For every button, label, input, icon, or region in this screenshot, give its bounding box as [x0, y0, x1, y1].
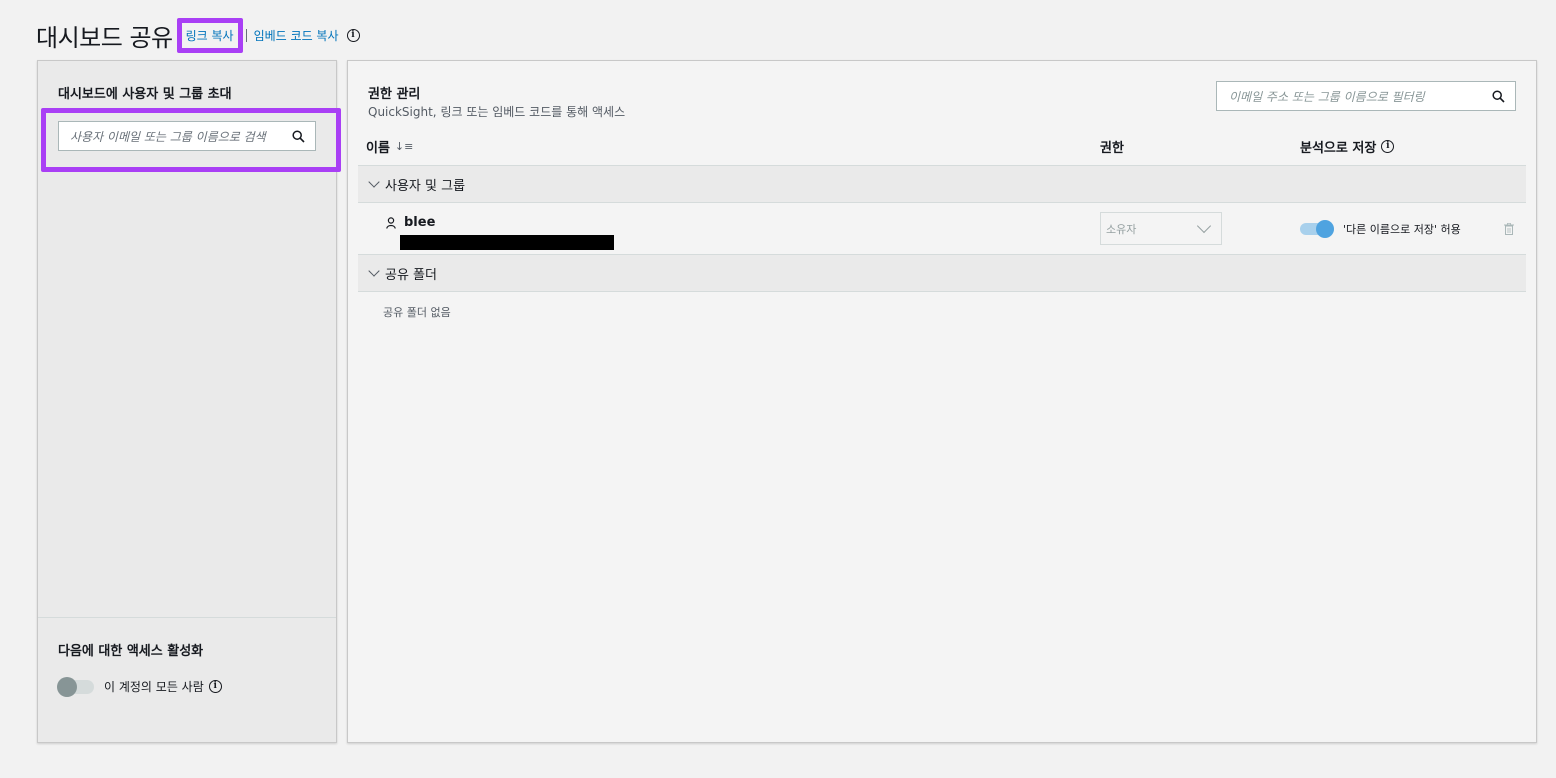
save-as-toggle[interactable] [1300, 220, 1334, 238]
invite-title: 대시보드에 사용자 및 그룹 초대 [58, 87, 232, 102]
column-save-as-label: 분석으로 저장 [1300, 141, 1377, 156]
column-header-name[interactable]: 이름 ↓≡ [366, 137, 413, 156]
group-folders-label: 공유 폴더 [385, 267, 437, 283]
column-header-permission: 권한 [1100, 137, 1124, 156]
info-icon[interactable]: i [208, 680, 222, 693]
column-header-save-as: 분석으로 저장 i [1300, 137, 1395, 156]
toggle-knob [57, 676, 77, 697]
permissions-subtitle: QuickSight, 링크 또는 임베드 코드를 통해 액세스 [368, 105, 626, 119]
save-as-label: '다른 이름으로 저장' 허용 [1343, 223, 1461, 236]
empty-folders-message: 공유 폴더 없음 [383, 306, 451, 319]
invite-panel: 대시보드에 사용자 및 그룹 초대 사용자 이메일 또는 그룹 이름으로 검색 … [37, 60, 341, 743]
invite-search-input[interactable]: 사용자 이메일 또는 그룹 이름으로 검색 [58, 121, 316, 151]
everyone-toggle[interactable] [57, 676, 94, 697]
toggle-knob [1316, 220, 1334, 238]
copy-link-button[interactable]: 링크 복사 [186, 29, 234, 43]
group-toggle-users[interactable]: 사용자 및 그룹 [358, 165, 1526, 203]
trash-icon[interactable] [1504, 223, 1514, 235]
page-header: 대시보드 공유 링크 복사 임베드 코드 복사 i [36, 17, 360, 53]
invite-search-placeholder: 사용자 이메일 또는 그룹 이름으로 검색 [70, 129, 266, 144]
enable-access-title: 다음에 대한 액세스 활성화 [58, 644, 204, 659]
user-icon [386, 217, 396, 229]
table-row: blee 소유자 '다른 이름으로 저장' 허용 [358, 203, 1526, 254]
sort-icon: ↓≡ [394, 140, 414, 153]
enable-access-section: 다음에 대한 액세스 활성화 이 계정의 모든 사람 i [38, 617, 336, 743]
user-name: blee [404, 215, 436, 230]
divider [245, 28, 247, 42]
copy-link-highlight: 링크 복사 [176, 17, 243, 53]
page-title: 대시보드 공유 [36, 23, 173, 52]
filter-input[interactable]: 이메일 주소 또는 그룹 이름으로 필터링 [1216, 81, 1516, 111]
search-icon [1492, 89, 1505, 103]
copy-embed-code-button[interactable]: 임베드 코드 복사 [254, 27, 339, 44]
group-users-label: 사용자 및 그룹 [385, 178, 466, 194]
chevron-down-icon [368, 265, 380, 277]
search-icon [292, 129, 305, 143]
role-select[interactable]: 소유자 [1100, 212, 1222, 245]
filter-placeholder: 이메일 주소 또는 그룹 이름으로 필터링 [1229, 89, 1425, 104]
column-name-label: 이름 [366, 141, 390, 156]
everyone-label: 이 계정의 모든 사람 [104, 680, 204, 694]
chevron-down-icon [1196, 218, 1212, 234]
permissions-panel: 권한 관리 QuickSight, 링크 또는 임베드 코드를 통해 액세스 이… [347, 60, 1537, 743]
invite-search-highlight: 사용자 이메일 또는 그룹 이름으로 검색 [41, 108, 341, 172]
everyone-row: 이 계정의 모든 사람 i [57, 676, 222, 697]
column-permission-label: 권한 [1100, 141, 1124, 156]
info-icon[interactable]: i [1381, 140, 1395, 153]
chevron-down-icon [368, 176, 380, 188]
group-toggle-folders[interactable]: 공유 폴더 [358, 254, 1526, 292]
info-icon[interactable]: i [346, 28, 360, 42]
permissions-title: 권한 관리 [368, 87, 421, 102]
redacted-email [400, 235, 614, 250]
role-value: 소유자 [1106, 222, 1137, 236]
